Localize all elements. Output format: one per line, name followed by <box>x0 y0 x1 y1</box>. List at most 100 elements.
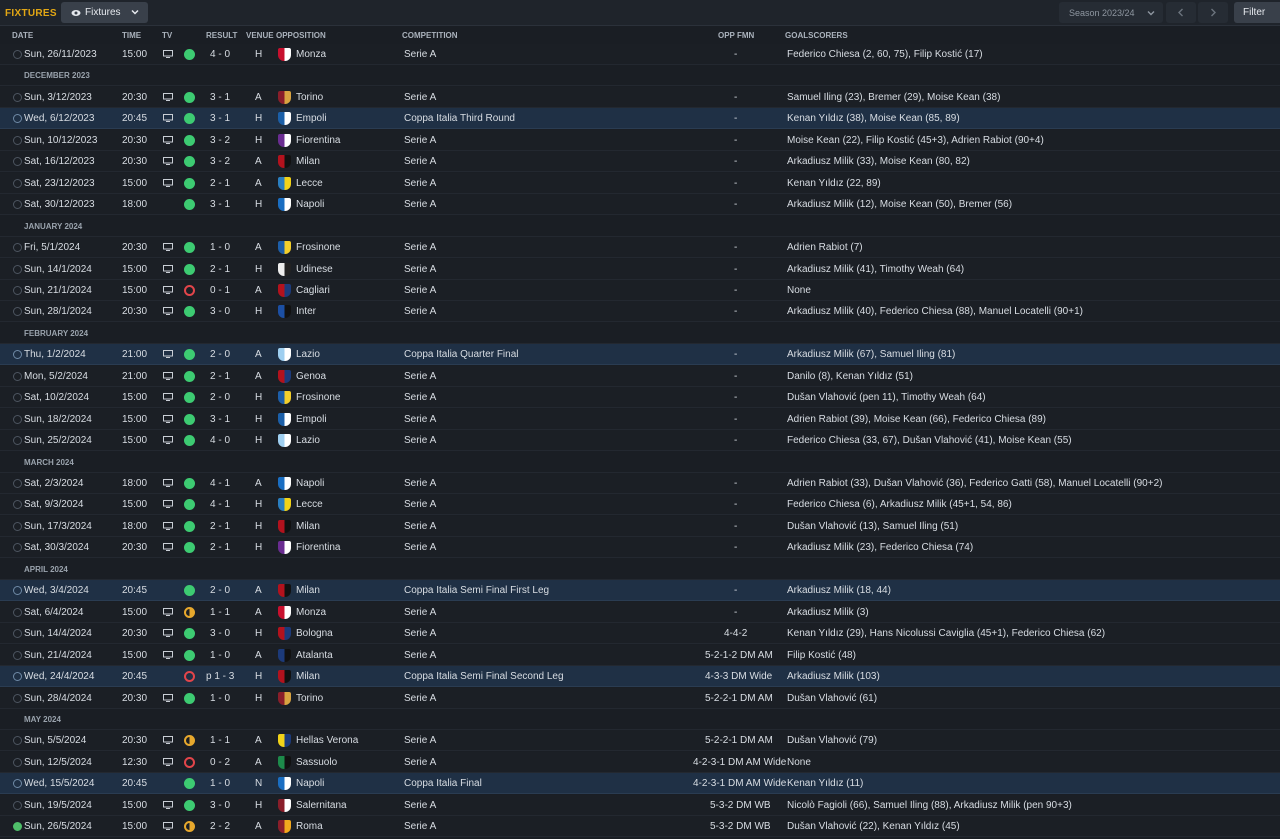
competition-link[interactable]: Serie A <box>404 800 436 811</box>
opposition-team-link[interactable]: Udinese <box>296 264 333 275</box>
competition-link[interactable]: Coppa Italia Semi Final First Leg <box>404 585 549 596</box>
fixture-result[interactable]: 2 - 0 <box>210 349 230 360</box>
fixture-row[interactable]: Sun, 19/5/2024 15:00 3 - 0 H Salernitana Seri… <box>0 795 1280 816</box>
opposition-team-link[interactable]: Frosinone <box>296 242 340 253</box>
column-header-opposition[interactable]: OPPOSITION <box>276 31 326 40</box>
row-select-radio[interactable] <box>13 179 22 188</box>
fixture-row[interactable]: Sun, 21/4/2024 15:00 1 - 0 A Atalanta Serie A… <box>0 645 1280 666</box>
competition-link[interactable]: Serie A <box>404 371 436 382</box>
competition-link[interactable]: Coppa Italia Final <box>404 778 482 789</box>
fixture-row[interactable]: Sun, 14/4/2024 20:30 3 - 0 H Bologna Serie A 4… <box>0 623 1280 644</box>
fixture-result[interactable]: 4 - 0 <box>210 435 230 446</box>
fixture-result[interactable]: 2 - 2 <box>210 821 230 832</box>
fixture-row[interactable]: Sun, 21/1/2024 15:00 0 - 1 A Cagliari Serie A… <box>0 280 1280 301</box>
fixture-result[interactable]: 3 - 1 <box>210 113 230 124</box>
fixture-result[interactable]: 4 - 1 <box>210 499 230 510</box>
fixture-row[interactable]: Sat, 6/4/2024 15:00 1 - 1 A Monza Serie A - Ark… <box>0 602 1280 623</box>
competition-link[interactable]: Serie A <box>404 242 436 253</box>
competition-link[interactable]: Serie A <box>404 435 436 446</box>
next-season-button[interactable] <box>1198 2 1228 23</box>
fixture-result[interactable]: 1 - 0 <box>210 650 230 661</box>
row-select-radio[interactable] <box>13 779 22 788</box>
competition-link[interactable]: Serie A <box>404 693 436 704</box>
opposition-team-link[interactable]: Salernitana <box>296 800 347 811</box>
fixture-result[interactable]: 1 - 0 <box>210 242 230 253</box>
fixture-row[interactable]: Sun, 28/4/2024 20:30 1 - 0 H Torino Serie A 5-… <box>0 688 1280 709</box>
row-select-radio[interactable] <box>13 415 22 424</box>
fixture-result[interactable]: 2 - 0 <box>210 392 230 403</box>
column-header-goalscorers[interactable]: GOALSCORERS <box>785 31 848 40</box>
opposition-team-link[interactable]: Cagliari <box>296 285 330 296</box>
fixture-row[interactable]: Sun, 26/11/2023 15:00 4 - 0 H Monza Serie A - F… <box>0 44 1280 65</box>
previous-season-button[interactable] <box>1166 2 1196 23</box>
row-select-radio[interactable] <box>13 286 22 295</box>
opposition-team-link[interactable]: Bologna <box>296 628 333 639</box>
row-select-radio[interactable] <box>13 393 22 402</box>
row-select-radio[interactable] <box>13 586 22 595</box>
competition-link[interactable]: Serie A <box>404 285 436 296</box>
fixture-result[interactable]: 3 - 2 <box>210 156 230 167</box>
fixture-row[interactable]: Sun, 14/1/2024 15:00 2 - 1 H Udinese Serie A -… <box>0 259 1280 280</box>
fixture-result[interactable]: 2 - 1 <box>210 178 230 189</box>
row-select-radio[interactable] <box>13 50 22 59</box>
fixture-row[interactable]: Sun, 3/12/2023 20:30 3 - 1 A Torino Serie A - S… <box>0 87 1280 108</box>
row-select-radio[interactable] <box>13 672 22 681</box>
fixture-result[interactable]: 2 - 0 <box>210 585 230 596</box>
column-header-venue[interactable]: VENUE <box>246 31 274 40</box>
column-header-tv[interactable]: TV <box>162 31 172 40</box>
opposition-team-link[interactable]: Torino <box>296 92 323 103</box>
row-select-radio[interactable] <box>13 608 22 617</box>
opposition-team-link[interactable]: Lecce <box>296 499 323 510</box>
opposition-team-link[interactable]: Fiorentina <box>296 135 340 146</box>
competition-link[interactable]: Serie A <box>404 757 436 768</box>
column-header-date[interactable]: DATE <box>12 31 33 40</box>
fixture-result[interactable]: 3 - 1 <box>210 414 230 425</box>
opposition-team-link[interactable]: Lazio <box>296 349 320 360</box>
row-select-radio[interactable] <box>13 629 22 638</box>
fixture-row[interactable]: Sun, 5/5/2024 20:30 1 - 1 A Hellas Verona Ser… <box>0 730 1280 751</box>
opposition-team-link[interactable]: Milan <box>296 671 320 682</box>
fixture-row[interactable]: Sun, 26/5/2024 15:00 2 - 2 A Roma Serie A 5-3-… <box>0 816 1280 837</box>
row-select-radio[interactable] <box>13 694 22 703</box>
fixture-result[interactable]: 4 - 1 <box>210 478 230 489</box>
fixture-result[interactable]: 0 - 1 <box>210 285 230 296</box>
row-select-radio[interactable] <box>13 243 22 252</box>
row-select-radio[interactable] <box>13 822 22 831</box>
opposition-team-link[interactable]: Sassuolo <box>296 757 337 768</box>
competition-link[interactable]: Serie A <box>404 521 436 532</box>
fixture-result[interactable]: p 1 - 3 <box>206 671 234 682</box>
row-select-radio[interactable] <box>13 479 22 488</box>
opposition-team-link[interactable]: Genoa <box>296 371 326 382</box>
opposition-team-link[interactable]: Atalanta <box>296 650 333 661</box>
fixture-row[interactable]: Sat, 16/12/2023 20:30 3 - 2 A Milan Serie A - A… <box>0 151 1280 172</box>
fixture-result[interactable]: 2 - 1 <box>210 521 230 532</box>
view-dropdown[interactable]: Fixtures <box>61 2 148 23</box>
fixture-row[interactable]: Sun, 25/2/2024 15:00 4 - 0 H Lazio Serie A - Fe… <box>0 430 1280 451</box>
season-selector[interactable]: Season 2023/24 <box>1059 2 1163 23</box>
fixture-row[interactable]: Sat, 30/12/2023 18:00 3 - 1 H Napoli Serie A -… <box>0 194 1280 215</box>
row-select-radio[interactable] <box>13 372 22 381</box>
opposition-team-link[interactable]: Napoli <box>296 199 324 210</box>
row-select-radio[interactable] <box>13 543 22 552</box>
row-select-radio[interactable] <box>13 801 22 810</box>
competition-link[interactable]: Coppa Italia Semi Final Second Leg <box>404 671 564 682</box>
opposition-team-link[interactable]: Monza <box>296 49 326 60</box>
fixture-row[interactable]: Sun, 28/1/2024 20:30 3 - 0 H Inter Serie A - Ar… <box>0 301 1280 322</box>
fixture-row[interactable]: Sat, 23/12/2023 15:00 2 - 1 A Lecce Serie A - K… <box>0 173 1280 194</box>
opposition-team-link[interactable]: Lecce <box>296 178 323 189</box>
fixture-result[interactable]: 1 - 0 <box>210 778 230 789</box>
opposition-team-link[interactable]: Milan <box>296 585 320 596</box>
row-select-radio[interactable] <box>13 157 22 166</box>
competition-link[interactable]: Serie A <box>404 199 436 210</box>
fixture-result[interactable]: 2 - 1 <box>210 371 230 382</box>
fixture-result[interactable]: 0 - 2 <box>210 757 230 768</box>
opposition-team-link[interactable]: Milan <box>296 156 320 167</box>
competition-link[interactable]: Serie A <box>404 264 436 275</box>
fixture-row[interactable]: Wed, 24/4/2024 20:45 p 1 - 3 H Milan Coppa It… <box>0 666 1280 687</box>
fixture-result[interactable]: 3 - 0 <box>210 306 230 317</box>
fixture-row[interactable]: Wed, 3/4/2024 20:45 2 - 0 A Milan Coppa Itali… <box>0 580 1280 601</box>
competition-link[interactable]: Serie A <box>404 735 436 746</box>
opposition-team-link[interactable]: Roma <box>296 821 323 832</box>
opposition-team-link[interactable]: Lazio <box>296 435 320 446</box>
row-select-radio[interactable] <box>13 136 22 145</box>
